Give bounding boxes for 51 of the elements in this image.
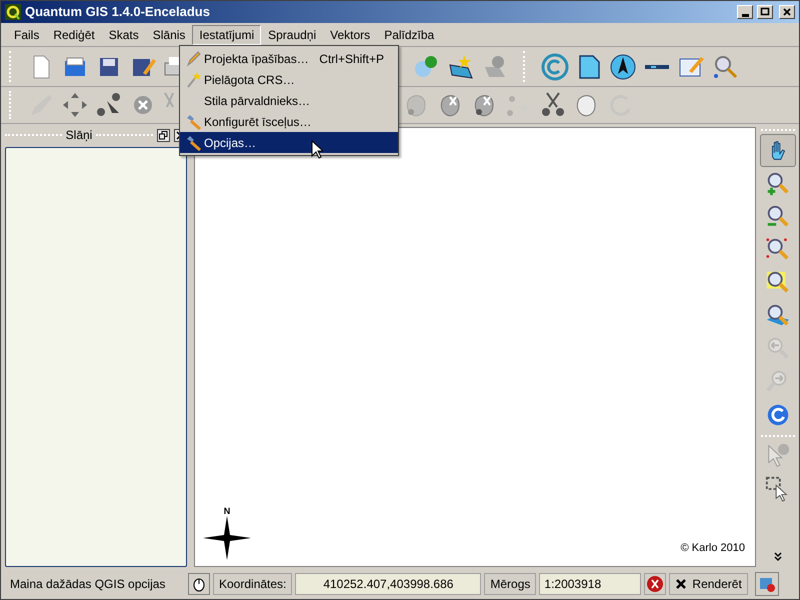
pan-hand-tool[interactable] [760,134,796,167]
menu-item[interactable]: Fails [7,24,46,44]
star-map-icon[interactable] [447,52,475,80]
maximize-icon [759,6,771,18]
float-icon [159,130,168,140]
status-message: Maina dažādas QGIS opcijas [9,576,166,592]
mouse-icon-button[interactable] [188,572,210,594]
menu-item[interactable]: Iestatījumi [192,24,262,44]
minimize-button[interactable] [737,5,753,19]
chevron-down-icon[interactable] [772,552,782,562]
wrench-icon [185,114,201,130]
pencil-icon [185,50,201,66]
magic-wand-icon [185,72,201,88]
coordinates-label: Koordinātes: [213,572,292,594]
zoom-layer-icon [764,302,790,328]
menu-item[interactable]: Rediģēt [46,24,102,44]
render-checkbox[interactable]: Renderēt [669,572,748,594]
menu-option[interactable]: Projekta īpašības… Ctrl+Shift+P [180,48,398,69]
copyright-label: © Karlo 2010 [680,540,745,556]
float-panel-button[interactable] [157,128,170,142]
coordinates-field[interactable]: 410252.407,403998.686 [295,572,482,594]
close-icon [781,6,793,18]
menu-option[interactable]: Stila pārvaldnieks… [180,90,398,111]
wrench-icon [185,134,201,150]
stop-icon [646,574,664,592]
north-arrow-drawing [203,516,251,560]
check-mark-icon [675,578,688,590]
crs-status-button[interactable] [755,572,779,596]
zoom-full-icon [764,236,790,262]
move-arrows-icon[interactable] [61,91,89,119]
app-logo-icon [5,4,21,20]
scale-label: Mērogs [484,572,536,594]
menu-item[interactable]: Skats [102,24,146,44]
maximize-button[interactable] [757,5,773,19]
menu-item[interactable]: Slānis [146,24,192,44]
node-tool-icon[interactable] [95,91,123,119]
north-label: N [224,507,230,516]
zoom-selection-icon [764,270,790,296]
menu-option[interactable]: Pielāgota CRS… [180,69,398,90]
menu-option[interactable]: Opcijas… [180,132,398,153]
menu-item[interactable]: Palīdzība [377,24,442,44]
menu-item[interactable]: Vektors [323,24,378,44]
mouse-icon [191,576,207,592]
close-button[interactable] [779,5,795,19]
mouse-cursor-icon [311,140,323,159]
scale-field[interactable]: 1:2003918 [539,572,642,594]
menu-item[interactable]: Spraudņi [261,24,324,44]
stop-render-button[interactable] [644,572,666,594]
panel-title: Slāņi [66,127,92,144]
minimize-icon [742,14,748,16]
window-title: Quantum GIS 1.4.0-Enceladus [25,3,211,22]
